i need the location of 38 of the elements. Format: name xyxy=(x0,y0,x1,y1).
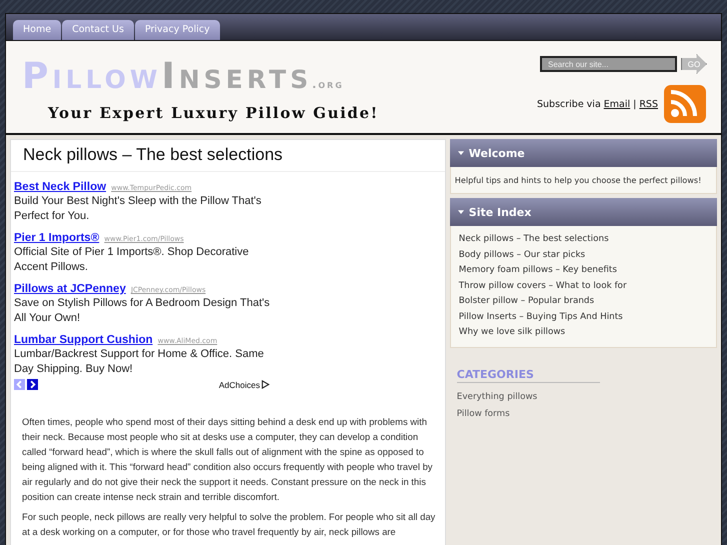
paragraph: Often times, people who spend most of their days sitting behind a desk end up with problems with their neck. Because most people who sit at desks use a computer, they can develop a condition called “forward head”, which is where the skull falls out of alignment with the spine as opposed to being aligned with it. This “forward head” condition also occurs frequently with people who travel by air regularly and do not give their neck the support it needs. Constant pressure on the neck in this position can create intense neck strain and terrible discomfort. xyxy=(21,415,434,504)
rss-link[interactable]: RSS xyxy=(639,98,658,110)
next-arrow-icon[interactable] xyxy=(27,379,38,390)
search-field[interactable]: Search our site... xyxy=(540,56,677,72)
index-link[interactable]: Neck pillows – The best selections xyxy=(458,233,708,246)
ad-text: Lumbar/Backrest Support for Home & Office. Same Day Shipping. Buy Now! xyxy=(14,347,265,376)
index-link[interactable]: Why we love silk pillows xyxy=(458,326,708,339)
play-icon[interactable] xyxy=(261,380,270,389)
rss-icon[interactable] xyxy=(663,84,707,124)
widget-header[interactable]: Welcome xyxy=(450,139,717,167)
categories-heading: CATEGORIES xyxy=(456,368,600,383)
widget-title: Welcome xyxy=(468,146,525,160)
separator: | xyxy=(633,98,636,110)
ad-title-link[interactable]: Pier 1 Imports® xyxy=(14,232,100,244)
index-link[interactable]: Body pillows – Our star picks xyxy=(458,248,708,262)
tagline: Your Expert Luxury Pillow Guide! xyxy=(48,104,379,122)
adchoices-link[interactable]: AdChoices xyxy=(218,380,260,390)
subscribe-label: Subscribe via xyxy=(536,98,601,110)
index-link[interactable]: Bolster pillow – Popular brands xyxy=(458,295,708,308)
widget-header[interactable]: Site Index xyxy=(450,198,717,226)
ad-title-link[interactable]: Lumbar Support Cushion xyxy=(14,334,153,346)
ad-text: Build Your Best Night's Sleep with the Pillow That's Perfect for You. xyxy=(14,194,262,223)
category-link[interactable]: Everything pillows xyxy=(456,389,717,406)
ad-title-link[interactable]: Best Neck Pillow xyxy=(14,181,106,193)
index-link[interactable]: Memory foam pillows – Key benefits xyxy=(458,264,708,277)
ad-text: Save on Stylish Pillows for A Bedroom Design That's All Your Own! xyxy=(14,296,271,325)
triangle-icon xyxy=(458,210,464,214)
triangle-icon xyxy=(458,150,464,156)
index-link[interactable]: Throw pillow covers – What to look for xyxy=(458,280,708,292)
widget-title: Site Index xyxy=(468,206,532,218)
ad-title-link[interactable]: Pillows at JCPenney xyxy=(14,283,126,295)
paragraph: For such people, neck pillows are really very helpful to solve the problem. For people who sit all day at a desk working on a computer, or for those who travel frequently by air, neck pillows are xyxy=(21,510,436,539)
index-link[interactable]: Pillow Inserts – Buying Tips And Hints xyxy=(458,310,708,324)
welcome-text: Helpful tips and hints to help you choose the perfect pillows! xyxy=(454,175,702,185)
ad-text: Official Site of Pier 1 Imports®. Shop Decorative Accent Pillows. xyxy=(14,245,250,274)
post-title: Neck pillows – The best selections xyxy=(11,140,445,172)
category-link[interactable]: Pillow forms xyxy=(456,406,717,423)
email-link[interactable]: Email xyxy=(604,98,630,110)
